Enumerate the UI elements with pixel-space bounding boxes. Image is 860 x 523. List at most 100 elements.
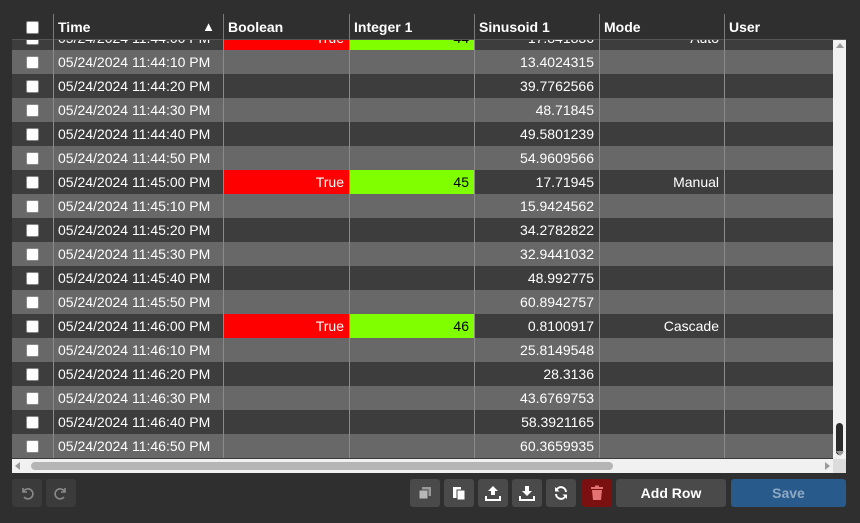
- user-cell[interactable]: [725, 218, 833, 242]
- table-row[interactable]: 05/24/2024 11:45:10 PM 15.9424562: [12, 194, 833, 218]
- boolean-cell[interactable]: [224, 410, 350, 434]
- table-row[interactable]: 05/24/2024 11:45:50 PM 60.8942757: [12, 290, 833, 314]
- sinusoid-1-cell[interactable]: 32.9441032: [475, 242, 600, 266]
- row-checkbox[interactable]: [26, 103, 39, 117]
- mode-cell[interactable]: [600, 218, 725, 242]
- table-row[interactable]: 05/24/2024 11:46:20 PM 28.3136: [12, 362, 833, 386]
- row-checkbox[interactable]: [26, 175, 39, 189]
- column-header-user[interactable]: User: [725, 14, 846, 40]
- row-checkbox[interactable]: [26, 79, 39, 93]
- sinusoid-1-cell[interactable]: 0.8100917: [475, 314, 600, 338]
- sinusoid-1-cell[interactable]: 39.7762566: [475, 74, 600, 98]
- export-button[interactable]: [478, 479, 508, 507]
- horizontal-scroll-thumb[interactable]: [31, 462, 613, 470]
- scroll-down-arrow-icon[interactable]: [836, 451, 844, 456]
- boolean-cell[interactable]: [224, 146, 350, 170]
- scroll-left-arrow-icon[interactable]: [15, 462, 20, 470]
- sinusoid-1-cell[interactable]: 34.2782822: [475, 218, 600, 242]
- sinusoid-1-cell[interactable]: 58.3921165: [475, 410, 600, 434]
- row-checkbox[interactable]: [26, 127, 39, 141]
- row-checkbox[interactable]: [26, 40, 39, 45]
- integer-1-cell[interactable]: [350, 218, 475, 242]
- mode-cell[interactable]: [600, 338, 725, 362]
- time-cell[interactable]: 05/24/2024 11:46:10 PM: [54, 338, 224, 362]
- boolean-cell[interactable]: True: [224, 40, 350, 50]
- mode-cell[interactable]: [600, 242, 725, 266]
- user-cell[interactable]: [725, 434, 833, 458]
- table-row[interactable]: 05/24/2024 11:44:30 PM 48.71845: [12, 98, 833, 122]
- time-cell[interactable]: 05/24/2024 11:44:10 PM: [54, 50, 224, 74]
- user-cell[interactable]: [725, 194, 833, 218]
- boolean-cell[interactable]: [224, 218, 350, 242]
- integer-1-cell[interactable]: [350, 386, 475, 410]
- sinusoid-1-cell[interactable]: 48.992775: [475, 266, 600, 290]
- integer-1-cell[interactable]: [350, 338, 475, 362]
- sinusoid-1-cell[interactable]: 28.3136: [475, 362, 600, 386]
- sinusoid-1-cell[interactable]: 43.6769753: [475, 386, 600, 410]
- integer-1-cell[interactable]: [350, 74, 475, 98]
- row-checkbox[interactable]: [26, 367, 39, 381]
- user-cell[interactable]: [725, 338, 833, 362]
- time-cell[interactable]: 05/24/2024 11:44:00 PM: [54, 40, 224, 50]
- mode-cell[interactable]: Cascade: [600, 314, 725, 338]
- sinusoid-1-cell[interactable]: 15.9424562: [475, 194, 600, 218]
- column-header-integer-1[interactable]: Integer 1: [350, 14, 475, 40]
- integer-1-cell[interactable]: [350, 194, 475, 218]
- sinusoid-1-cell[interactable]: 25.8149548: [475, 338, 600, 362]
- mode-cell[interactable]: [600, 194, 725, 218]
- column-header-time[interactable]: Time ▲: [54, 14, 224, 40]
- user-cell[interactable]: [725, 146, 833, 170]
- integer-1-cell[interactable]: [350, 50, 475, 74]
- user-cell[interactable]: [725, 386, 833, 410]
- integer-1-cell[interactable]: [350, 122, 475, 146]
- boolean-cell[interactable]: [224, 242, 350, 266]
- copy-button[interactable]: [444, 479, 474, 507]
- mode-cell[interactable]: [600, 122, 725, 146]
- time-cell[interactable]: 05/24/2024 11:45:40 PM: [54, 266, 224, 290]
- table-row[interactable]: 05/24/2024 11:46:50 PM 60.3659935: [12, 434, 833, 458]
- table-row[interactable]: 05/24/2024 11:45:40 PM 48.992775: [12, 266, 833, 290]
- integer-1-cell[interactable]: [350, 242, 475, 266]
- boolean-cell[interactable]: [224, 338, 350, 362]
- scroll-right-arrow-icon[interactable]: [825, 462, 830, 470]
- mode-cell[interactable]: [600, 410, 725, 434]
- time-cell[interactable]: 05/24/2024 11:44:50 PM: [54, 146, 224, 170]
- row-checkbox[interactable]: [26, 415, 39, 429]
- table-row[interactable]: 05/24/2024 11:46:00 PM True 46 0.8100917 Cas…: [12, 314, 833, 338]
- sinusoid-1-cell[interactable]: 60.3659935: [475, 434, 600, 458]
- boolean-cell[interactable]: True: [224, 314, 350, 338]
- integer-1-cell[interactable]: 44: [350, 40, 475, 50]
- table-row[interactable]: 05/24/2024 11:44:10 PM 13.4024315: [12, 50, 833, 74]
- add-row-button[interactable]: Add Row: [616, 479, 726, 507]
- import-button[interactable]: [512, 479, 542, 507]
- mode-cell[interactable]: [600, 362, 725, 386]
- user-cell[interactable]: [725, 40, 833, 50]
- time-cell[interactable]: 05/24/2024 11:44:30 PM: [54, 98, 224, 122]
- integer-1-cell[interactable]: [350, 410, 475, 434]
- time-cell[interactable]: 05/24/2024 11:44:40 PM: [54, 122, 224, 146]
- row-checkbox[interactable]: [26, 439, 39, 453]
- time-cell[interactable]: 05/24/2024 11:45:50 PM: [54, 290, 224, 314]
- time-cell[interactable]: 05/24/2024 11:45:10 PM: [54, 194, 224, 218]
- user-cell[interactable]: [725, 98, 833, 122]
- scroll-up-arrow-icon[interactable]: [836, 43, 844, 48]
- vertical-scrollbar[interactable]: [833, 40, 846, 459]
- mode-cell[interactable]: [600, 434, 725, 458]
- boolean-cell[interactable]: [224, 98, 350, 122]
- mode-cell[interactable]: Manual: [600, 170, 725, 194]
- user-cell[interactable]: [725, 74, 833, 98]
- column-header-boolean[interactable]: Boolean: [224, 14, 350, 40]
- user-cell[interactable]: [725, 242, 833, 266]
- column-header-sinusoid-1[interactable]: Sinusoid 1: [475, 14, 600, 40]
- user-cell[interactable]: [725, 170, 833, 194]
- save-button[interactable]: Save: [731, 479, 846, 507]
- boolean-cell[interactable]: [224, 194, 350, 218]
- integer-1-cell[interactable]: [350, 146, 475, 170]
- boolean-cell[interactable]: [224, 386, 350, 410]
- mode-cell[interactable]: [600, 386, 725, 410]
- sinusoid-1-cell[interactable]: 49.5801239: [475, 122, 600, 146]
- column-header-mode[interactable]: Mode: [600, 14, 725, 40]
- user-cell[interactable]: [725, 314, 833, 338]
- mode-cell[interactable]: [600, 98, 725, 122]
- sinusoid-1-cell[interactable]: 60.8942757: [475, 290, 600, 314]
